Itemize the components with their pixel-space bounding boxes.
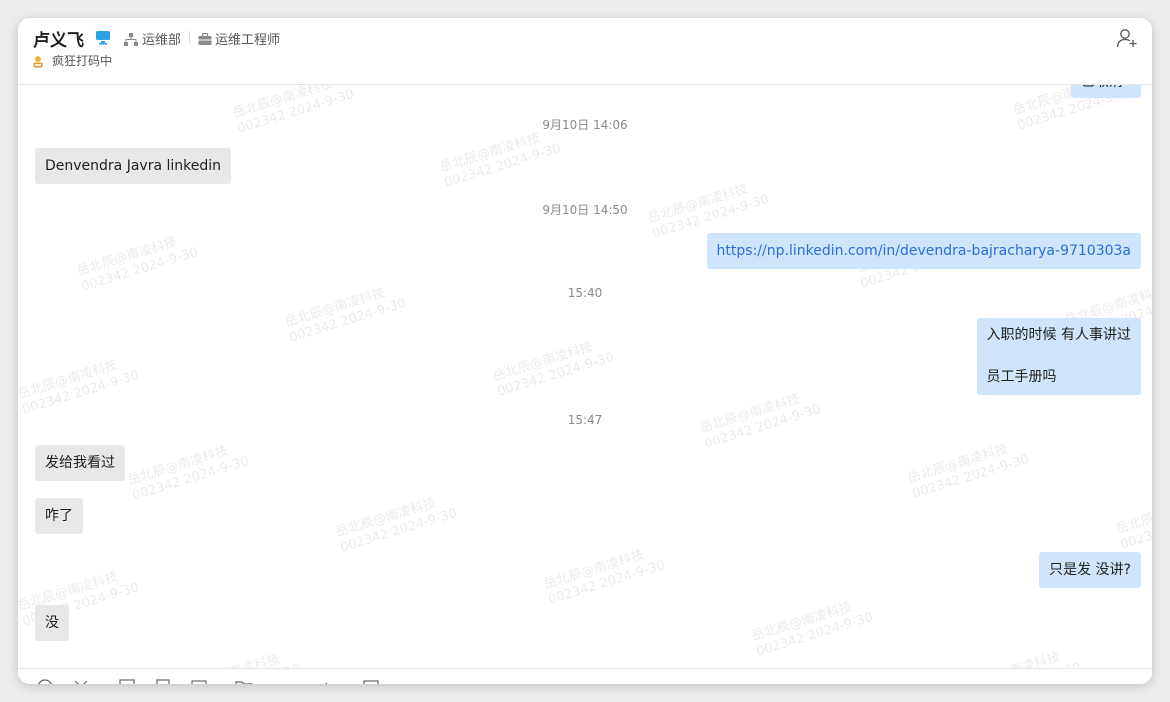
watermark: 岳北辰@南凌科技002342 2024-9-30 bbox=[18, 357, 141, 418]
message-line: 员工手册吗 bbox=[986, 369, 1057, 385]
timestamp: 9月10日 14:50 bbox=[542, 203, 628, 217]
message-bubble-outgoing[interactable]: 入职的时候 有人事讲过 员工手册吗 bbox=[976, 318, 1141, 395]
briefcase-icon bbox=[198, 31, 212, 50]
watermark: 岳北辰@南凌科技002342 2024-9-30 bbox=[958, 645, 1083, 668]
job-title-label: 运维工程师 bbox=[215, 33, 281, 48]
message-bubble-incoming[interactable]: 没 bbox=[35, 605, 69, 641]
screen-icon[interactable] bbox=[363, 679, 379, 684]
message-bubble-outgoing[interactable]: 已取消 bbox=[1071, 85, 1141, 98]
watermark: 岳北辰@南凌科技002342 2024-9-30 bbox=[906, 441, 1031, 502]
edit-icon[interactable] bbox=[315, 679, 331, 684]
message-line: 入职的时候 有人事讲过 bbox=[986, 327, 1131, 343]
watermark: 岳北辰@南凌科技002342 2024-9-30 bbox=[126, 443, 251, 504]
department-label[interactable]: 运维部 bbox=[142, 29, 181, 48]
header-divider bbox=[189, 31, 190, 44]
desktop-icon bbox=[95, 30, 111, 49]
message-link[interactable]: https://np.linkedin.com/in/devendra-bajr… bbox=[717, 243, 1131, 259]
message-bubble-incoming[interactable]: 发给我看过 bbox=[35, 445, 125, 481]
timestamp: 9月10日 14:06 bbox=[542, 118, 628, 132]
add-user-icon[interactable] bbox=[1116, 28, 1138, 52]
timestamp: 15:40 bbox=[567, 286, 603, 300]
timestamp: 15:47 bbox=[567, 413, 603, 427]
contact-name[interactable]: 卢义飞 bbox=[33, 26, 84, 51]
watermark: 岳北辰@南凌科技002342 2024-9-30 bbox=[334, 495, 459, 556]
org-icon bbox=[124, 31, 138, 50]
message-bubble-incoming[interactable]: Denvendra Javra linkedin bbox=[35, 148, 232, 184]
file-icon[interactable] bbox=[155, 679, 171, 684]
folder-icon[interactable] bbox=[235, 679, 253, 684]
message-bubble-incoming[interactable]: 咋了 bbox=[35, 498, 83, 534]
message-bubble-outgoing[interactable]: https://np.linkedin.com/in/devendra-bajr… bbox=[706, 233, 1141, 269]
message-area[interactable]: 岳北辰@南凌科技 002342 2024-9-30 岳北辰@南凌科技 002342 … bbox=[18, 85, 1152, 668]
line-spacer bbox=[987, 346, 1131, 367]
watermark: 岳北辰@南凌科技002342 2024-9-30 bbox=[750, 599, 875, 660]
message-bubble-outgoing[interactable]: 只是发 没讲? bbox=[1039, 552, 1141, 588]
image-icon[interactable] bbox=[119, 679, 135, 684]
input-toolbar bbox=[18, 668, 1152, 684]
chat-window: 卢义飞 运维部 运维工程师 疯狂打码中 岳北辰@南凌科技 002342 2024-… bbox=[18, 18, 1152, 684]
watermark: 岳北辰@南凌科技002342 2024-9-30 bbox=[178, 647, 303, 668]
status-text: 疯狂打码中 bbox=[52, 54, 113, 68]
calendar-icon[interactable] bbox=[191, 679, 207, 684]
chat-header: 卢义飞 运维部 运维工程师 疯狂打码中 bbox=[18, 18, 1152, 85]
watermark: 岳北辰@南凌科技002342 2024-9-30 bbox=[1114, 492, 1152, 553]
emoji-icon[interactable] bbox=[37, 679, 53, 684]
scissors-icon[interactable] bbox=[73, 679, 89, 684]
watermark: 岳北辰@南凌科技002342 2024-9-30 bbox=[542, 547, 667, 608]
status-avatar-icon bbox=[32, 53, 44, 72]
watermark: 岳北辰@南凌科技002342 2024-9-30 bbox=[438, 130, 563, 191]
watermark: 岳北辰@南凌科技002342 2024-9-30 bbox=[491, 339, 616, 400]
